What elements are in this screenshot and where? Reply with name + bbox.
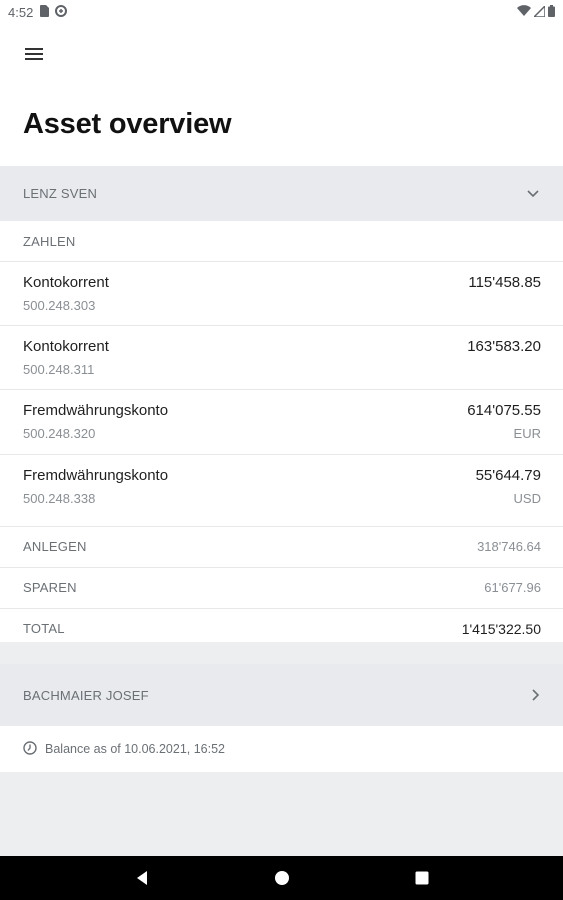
- account-currency: USD: [513, 491, 541, 506]
- summary-row-total: TOTAL 1'415'322.50: [0, 609, 563, 642]
- account-name: Fremdwährungskonto: [23, 402, 169, 419]
- group-card-lenz-sven: ZAHLEN Kontokorrent 500.248.303 115'458.…: [0, 221, 563, 642]
- account-number: 500.248.320: [23, 426, 96, 441]
- group-header-bachmaier-josef[interactable]: BACHMAIER JOSEF: [0, 664, 563, 726]
- account-name: Kontokorrent: [23, 274, 109, 291]
- account-amount: 163'583.20: [467, 338, 541, 355]
- clock-icon: [23, 740, 37, 758]
- chevron-down-icon: [526, 189, 540, 198]
- status-time: 4:52: [8, 4, 34, 20]
- hamburger-menu-icon[interactable]: [18, 38, 50, 70]
- category-label: ZAHLEN: [23, 234, 76, 249]
- chevron-right-icon: [531, 688, 540, 702]
- account-amount: 614'075.55: [467, 402, 541, 419]
- summary-row-anlegen[interactable]: ANLEGEN 318'746.64: [0, 527, 563, 568]
- account-row[interactable]: Fremdwährungskonto 500.248.320 614'075.5…: [0, 390, 563, 455]
- sim-card-icon: [39, 4, 50, 20]
- account-name: Kontokorrent: [23, 338, 109, 355]
- account-number: 500.248.303: [23, 298, 96, 313]
- account-number: 500.248.338: [23, 491, 96, 506]
- account-currency: EUR: [513, 426, 541, 441]
- home-circle-icon[interactable]: [262, 858, 302, 898]
- balance-note-text: Balance as of 10.06.2021, 16:52: [45, 742, 226, 756]
- account-amount: 55'644.79: [475, 467, 541, 484]
- signal-icon: [532, 3, 546, 20]
- summary-row-sparen[interactable]: SPAREN 61'677.96: [0, 568, 563, 609]
- recents-square-icon[interactable]: [402, 858, 442, 898]
- account-row[interactable]: Kontokorrent 500.248.311 163'583.20: [0, 326, 563, 390]
- page-title: Asset overview: [23, 108, 232, 140]
- summary-value: 61'677.96: [484, 580, 541, 595]
- battery-icon: [548, 4, 555, 20]
- back-triangle-icon[interactable]: [122, 858, 162, 898]
- total-value: 1'415'322.50: [461, 621, 541, 637]
- account-number: 500.248.311: [23, 362, 95, 377]
- app-header: Asset overview: [0, 24, 563, 166]
- account-row[interactable]: Fremdwährungskonto 500.248.338 55'644.79…: [0, 455, 563, 527]
- summary-label: TOTAL: [23, 621, 65, 636]
- summary-label: ANLEGEN: [23, 539, 87, 554]
- wifi-icon: [517, 4, 531, 20]
- group-name: BACHMAIER JOSEF: [23, 687, 149, 703]
- data-saver-icon: [55, 4, 68, 20]
- group-header-lenz-sven[interactable]: LENZ SVEN: [0, 166, 563, 221]
- account-name: Fremdwährungskonto: [23, 467, 169, 484]
- account-row[interactable]: Kontokorrent 500.248.303 115'458.85: [0, 262, 563, 326]
- account-amount: 115'458.85: [468, 274, 541, 291]
- summary-value: 318'746.64: [477, 539, 541, 554]
- summary-label: SPAREN: [23, 580, 77, 595]
- system-nav-bar: [0, 856, 563, 900]
- group-name: LENZ SVEN: [23, 186, 98, 201]
- category-row: ZAHLEN: [0, 221, 563, 262]
- balance-note: Balance as of 10.06.2021, 16:52: [0, 726, 563, 772]
- status-bar: 4:52: [0, 0, 563, 24]
